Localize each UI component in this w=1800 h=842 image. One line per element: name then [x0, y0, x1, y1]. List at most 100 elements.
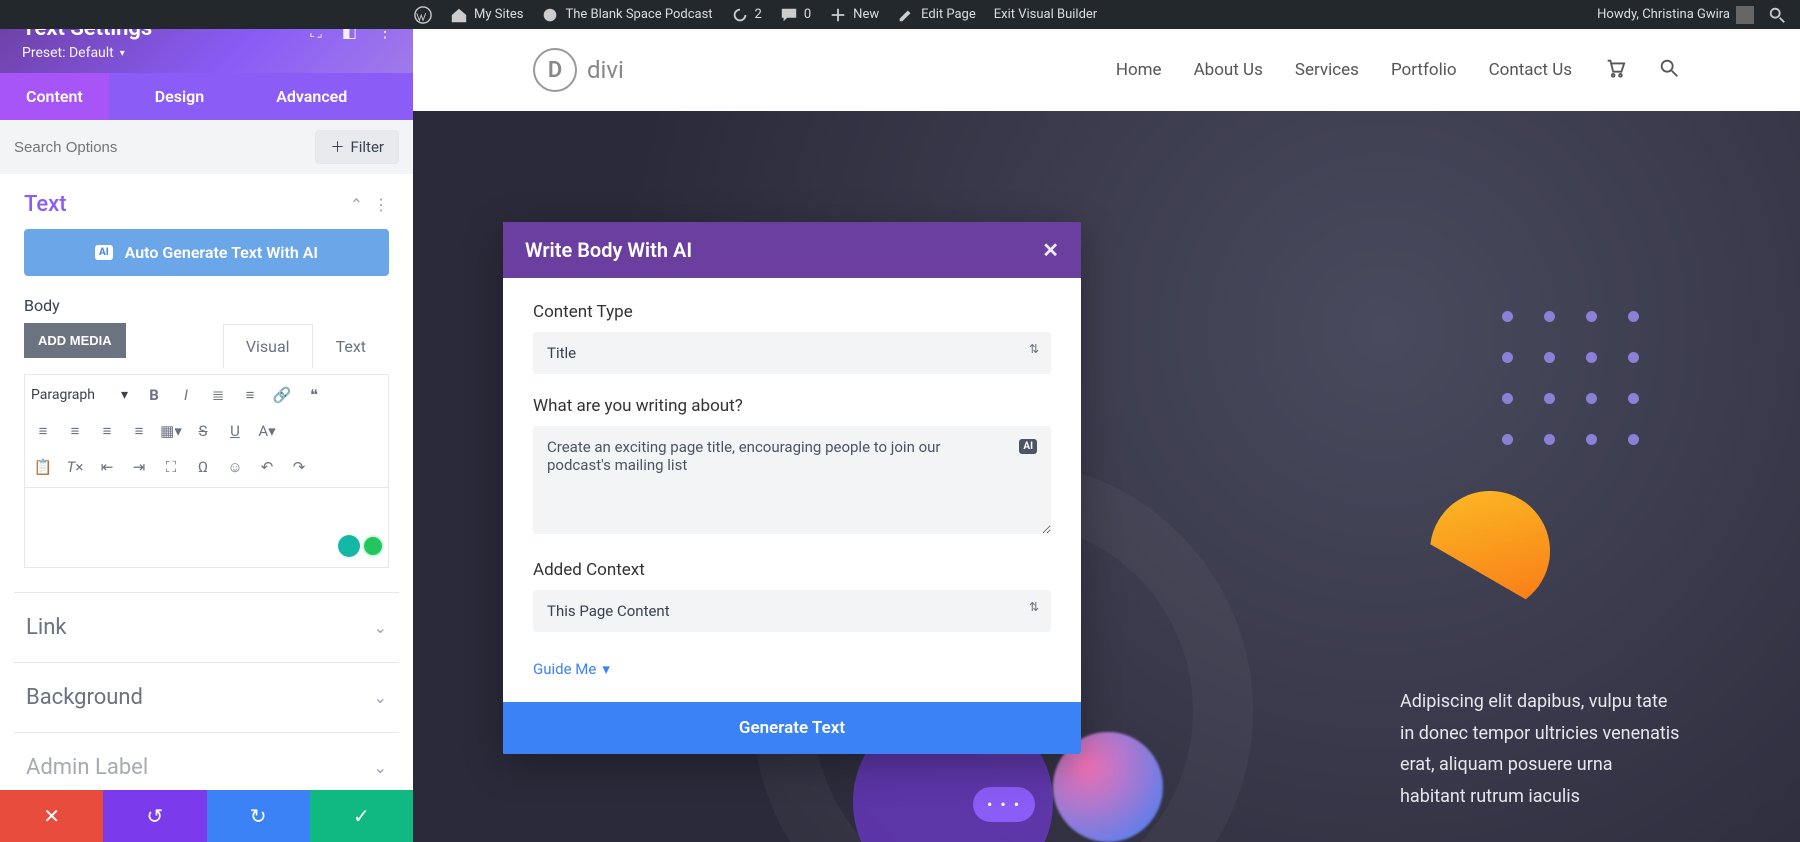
editor-toolbar: Paragraph▾ B I ≣ ≡ 🔗 ❝ ≡ ≡ ≡ ≡ ▦▾ S U A▾… — [24, 374, 389, 488]
search-icon[interactable] — [1768, 5, 1788, 25]
tab-content[interactable]: Content — [0, 73, 109, 120]
wp-admin-bar: My Sites The Blank Space Podcast 2 0 New… — [0, 0, 1800, 29]
emoji-icon[interactable]: ☺ — [223, 455, 247, 479]
add-media-button[interactable]: ADD MEDIA — [24, 323, 126, 358]
editor-textarea[interactable] — [24, 488, 389, 568]
body-label: Body — [14, 296, 399, 323]
site-name-label: The Blank Space Podcast — [565, 7, 712, 22]
comments-count: 0 — [804, 7, 811, 22]
guide-me-link[interactable]: Guide Me▾ — [533, 654, 1051, 690]
collapse-icon[interactable]: ⌃ — [350, 195, 363, 214]
howdy-link[interactable]: Howdy, Christina Gwira — [1597, 6, 1754, 24]
howdy-label: Howdy, Christina Gwira — [1597, 7, 1730, 22]
divi-fab[interactable]: • • • — [973, 787, 1035, 822]
filter-button[interactable]: ＋Filter — [315, 130, 399, 164]
cart-icon[interactable] — [1604, 57, 1626, 84]
align-right-icon[interactable]: ≡ — [95, 419, 119, 443]
my-sites-link[interactable]: My Sites — [450, 6, 523, 24]
search-options-input[interactable] — [14, 139, 307, 156]
align-center-icon[interactable]: ≡ — [63, 419, 87, 443]
nav-home[interactable]: Home — [1116, 60, 1162, 80]
site-logo[interactable]: Ddivi — [533, 48, 624, 92]
generate-text-button[interactable]: Generate Text — [503, 702, 1081, 754]
panel-footer: ✕ ↺ ↻ ✓ — [0, 790, 413, 842]
decor-moon — [1408, 469, 1572, 633]
redo-icon[interactable]: ↷ — [287, 455, 311, 479]
accordion-admin-label[interactable]: Admin Label⌄ — [14, 732, 399, 790]
decor-dots — [1502, 311, 1640, 445]
preview-area: Ddivi Home About Us Services Portfolio C… — [413, 0, 1800, 842]
strike-icon[interactable]: S — [191, 419, 215, 443]
hint-bubble-icon[interactable] — [338, 535, 360, 557]
section-text: Text ⌃ ⋮ — [14, 174, 399, 229]
chevron-down-icon: ⌄ — [374, 758, 387, 777]
site-name-link[interactable]: The Blank Space Podcast — [541, 6, 712, 24]
cancel-button[interactable]: ✕ — [0, 790, 103, 842]
chevron-down-icon: ▾ — [602, 660, 610, 678]
undo-button[interactable]: ↺ — [103, 790, 206, 842]
search-row: ＋Filter — [0, 120, 413, 174]
nav-search-icon[interactable] — [1658, 57, 1680, 84]
nav-about[interactable]: About Us — [1194, 60, 1263, 80]
align-left-icon[interactable]: ≡ — [31, 419, 55, 443]
table-icon[interactable]: ▦▾ — [159, 419, 183, 443]
underline-icon[interactable]: U — [223, 419, 247, 443]
nav-portfolio[interactable]: Portfolio — [1391, 60, 1457, 80]
indent-icon[interactable]: ⇥ — [127, 455, 151, 479]
save-button[interactable]: ✓ — [310, 790, 413, 842]
new-label: New — [853, 7, 879, 22]
fullscreen-icon[interactable]: ⛶ — [159, 455, 183, 479]
paragraph-dropdown[interactable]: Paragraph▾ — [31, 387, 134, 403]
ai-modal-header: Write Body With AI ✕ — [503, 222, 1081, 278]
preset-dropdown[interactable]: Preset: Default — [22, 45, 391, 61]
content-type-label: Content Type — [533, 302, 1051, 322]
section-menu-icon[interactable]: ⋮ — [373, 195, 389, 214]
redo-button[interactable]: ↻ — [207, 790, 310, 842]
auto-generate-button[interactable]: AI Auto Generate Text With AI — [24, 229, 389, 276]
panel-tabs: Content Design Advanced — [0, 73, 413, 120]
context-label: Added Context — [533, 560, 1051, 580]
tab-design[interactable]: Design — [129, 73, 230, 120]
special-char-icon[interactable]: Ω — [191, 455, 215, 479]
accordion-background[interactable]: Background⌄ — [14, 662, 399, 732]
bold-icon[interactable]: B — [142, 383, 166, 407]
site-nav: Home About Us Services Portfolio Contact… — [1116, 57, 1680, 84]
plus-icon: ＋ — [330, 137, 344, 157]
wp-logo[interactable] — [414, 6, 432, 24]
paste-icon[interactable]: 📋 — [31, 455, 55, 479]
settings-panel: Text Settings Preset: Default ⛶ ◧ ⋮ Cont… — [0, 0, 413, 842]
tab-visual[interactable]: Visual — [223, 324, 313, 368]
my-sites-label: My Sites — [474, 7, 523, 22]
undo-icon[interactable]: ↶ — [255, 455, 279, 479]
exit-vb-link[interactable]: Exit Visual Builder — [994, 7, 1097, 22]
context-select[interactable]: This Page Content — [533, 590, 1051, 632]
clear-format-icon[interactable]: T× — [63, 455, 87, 479]
grammarly-icon[interactable] — [362, 535, 384, 557]
nav-contact[interactable]: Contact Us — [1489, 60, 1572, 80]
quote-icon[interactable]: ❝ — [302, 383, 326, 407]
tab-advanced[interactable]: Advanced — [250, 73, 373, 120]
new-link[interactable]: New — [829, 6, 879, 24]
align-justify-icon[interactable]: ≡ — [127, 419, 151, 443]
updates-count: 2 — [755, 7, 762, 22]
ai-prompt-icon[interactable]: AI — [1019, 439, 1037, 454]
ol-icon[interactable]: ≡ — [238, 383, 262, 407]
about-label: What are you writing about? — [533, 396, 1051, 416]
tab-text-mode[interactable]: Text — [313, 324, 389, 368]
edit-page-link[interactable]: Edit Page — [897, 6, 976, 24]
content-type-select[interactable]: Title — [533, 332, 1051, 374]
accordion-link[interactable]: Link⌄ — [14, 592, 399, 662]
nav-services[interactable]: Services — [1295, 60, 1359, 80]
section-text-title: Text — [24, 192, 67, 217]
comments-link[interactable]: 0 — [780, 6, 811, 24]
edit-page-label: Edit Page — [921, 7, 976, 22]
chevron-down-icon: ⌄ — [374, 688, 387, 707]
close-icon[interactable]: ✕ — [1042, 238, 1059, 262]
ul-icon[interactable]: ≣ — [206, 383, 230, 407]
updates-link[interactable]: 2 — [731, 6, 762, 24]
link-icon[interactable]: 🔗 — [270, 383, 294, 407]
italic-icon[interactable]: I — [174, 383, 198, 407]
about-textarea[interactable] — [533, 426, 1051, 534]
textcolor-icon[interactable]: A▾ — [255, 419, 279, 443]
outdent-icon[interactable]: ⇤ — [95, 455, 119, 479]
